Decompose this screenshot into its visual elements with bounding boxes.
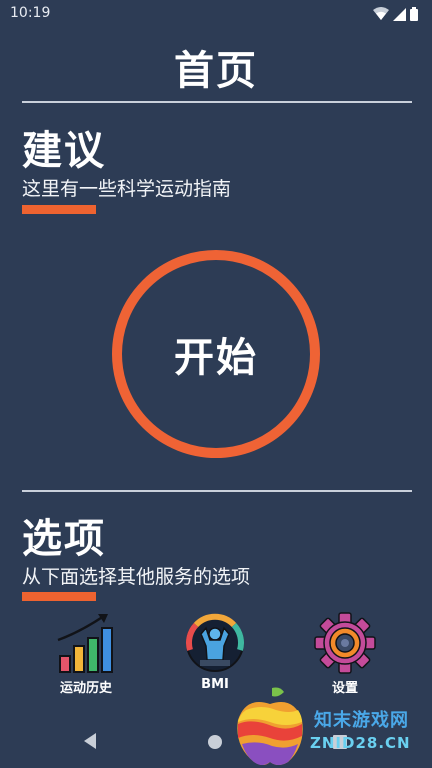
options-title: 选项 [22,516,106,562]
option-bmi[interactable]: BMI [160,612,270,692]
options-accent-bar [22,592,96,601]
watermark-logo-icon [232,684,308,768]
cellular-signal-icon [393,6,406,25]
battery-icon [410,6,418,25]
bmi-gauge-icon [160,612,270,674]
page-title: 首页 [174,48,258,94]
options-subtitle: 从下面选择其他服务的选项 [22,566,251,588]
option-exercise-history-label: 运动历史 [59,681,112,696]
status-time: 10:19 [10,5,51,21]
suggestion-accent-bar [22,205,96,214]
wifi-icon [373,6,389,25]
home-icon[interactable] [207,734,223,754]
watermark: 知末游戏网 ZNID28.CN [232,682,432,768]
bar-chart-icon [31,612,141,674]
gear-icon [290,612,400,674]
home-screen: 10:19 首页 建议 这里有一些科学运动指南 开始 选项 从下面选择其他服务的… [0,0,432,768]
options-divider [22,490,412,492]
start-button-label: 开始 [174,335,258,381]
status-bar: 10:19 [0,0,432,28]
watermark-text: 知末游戏网 [314,710,409,731]
start-button[interactable]: 开始 [112,250,320,458]
suggestion-title: 建议 [22,128,106,174]
watermark-subtext: ZNID28.CN [310,734,411,752]
status-icons [373,6,418,25]
option-exercise-history[interactable]: 运动历史 [31,612,141,696]
header-divider [22,101,412,103]
back-icon[interactable] [82,732,98,754]
suggestion-subtitle: 这里有一些科学运动指南 [22,178,232,200]
